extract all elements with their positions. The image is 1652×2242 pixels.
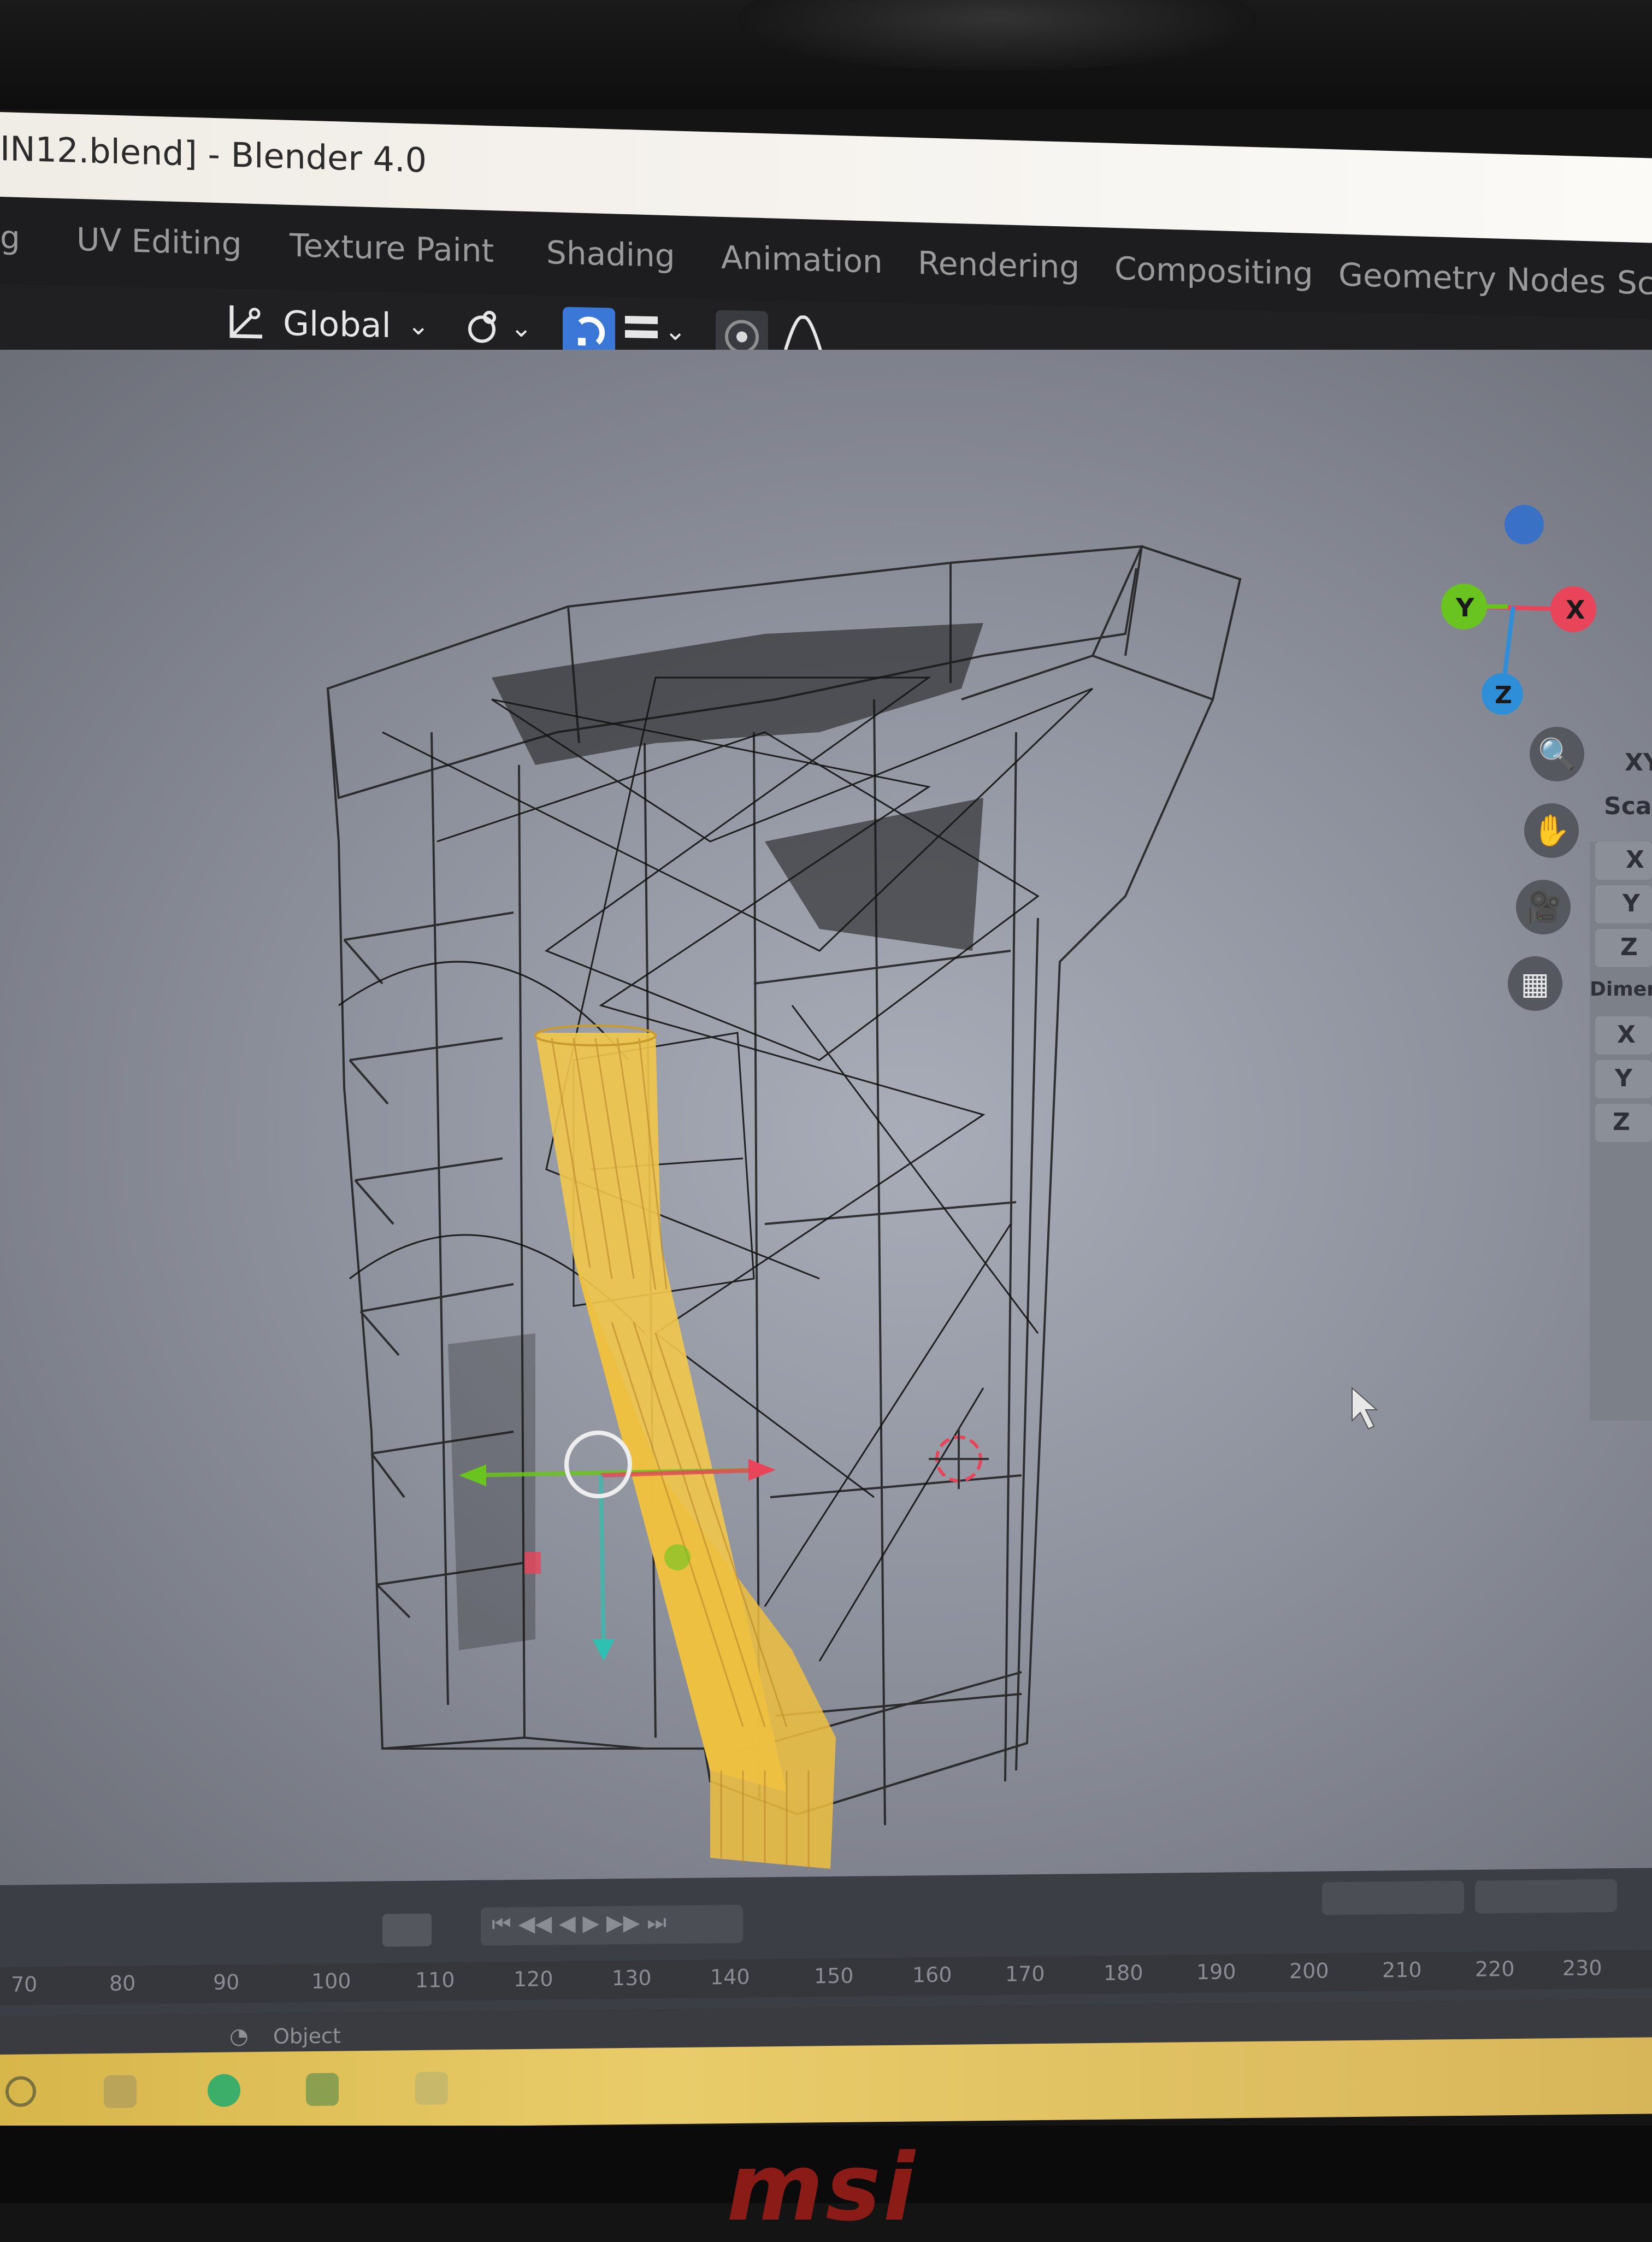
keyframe-toggle[interactable] [382,1913,432,1947]
tick-160: 160 [912,1962,952,1987]
pivot-icon [464,305,508,350]
scale-x-field[interactable]: X [1595,842,1652,880]
sidebar-n-panel: XY Sca X Y Z Dimen X Y Z [1590,749,1652,1421]
edge-browser-icon[interactable] [208,2074,240,2108]
tick-130: 130 [612,1966,652,1991]
tick-90: 90 [213,1970,240,1994]
app-icon[interactable] [415,2072,448,2105]
frame-end-field[interactable] [1475,1879,1617,1914]
tab-scripting[interactable]: Sc [1617,264,1652,302]
camera-icon: 🎥 [1524,890,1562,925]
tab-partial-left[interactable]: g [0,219,20,256]
scale-y-field[interactable]: Y [1595,885,1652,923]
grid-ortho-icon: ▦ [1520,966,1550,1002]
np-label-dimensions: Dimen [1590,978,1652,1001]
camera-view-button[interactable]: 🎥 [1516,880,1571,934]
window-title: IN12.blend] - Blender 4.0 [0,128,427,180]
tick-200: 200 [1289,1958,1329,1984]
snap-increment-icon [623,308,661,352]
snap-target-dropdown[interactable]: ⌄ [623,308,686,353]
transform-orientation-icon [224,300,268,345]
tab-uv-editing[interactable]: UV Editing [76,221,242,262]
store-icon[interactable] [306,2073,339,2106]
dimension-x-field[interactable]: X [1595,1016,1652,1055]
tab-geometry-nodes[interactable]: Geometry Nodes [1338,256,1606,301]
transform-orientation-value: Global [283,303,391,345]
chevron-down-icon: ⌄ [510,312,533,344]
frame-start-field[interactable] [1322,1880,1464,1915]
tab-animation[interactable]: Animation [721,239,883,280]
search-icon[interactable] [5,2076,36,2107]
task-view-icon[interactable] [104,2075,137,2109]
timeline-ruler[interactable]: 70 80 90 100 110 120 130 140 150 160 170… [0,1950,1652,2005]
tick-190: 190 [1196,1959,1236,1985]
monitor-brand-logo: msi [727,2134,917,2242]
dimension-z-field[interactable]: Z [1595,1104,1652,1142]
dimension-y-field[interactable]: Y [1595,1060,1652,1098]
tick-80: 80 [109,1971,136,1996]
chevron-down-icon: ⌄ [664,315,687,347]
tick-70: 70 [11,1972,38,1997]
tick-100: 100 [311,1969,351,1994]
tick-150: 150 [814,1963,854,1988]
zoom-button[interactable]: 🔍 [1530,727,1584,781]
np-label-xy: XY [1625,749,1652,776]
tick-180: 180 [1104,1961,1143,1985]
timeline-editor[interactable]: ⏮ ◀◀ ◀ ▶ ▶▶ ⏭ 70 80 90 100 110 120 130 1… [0,1868,1652,2016]
mouse-pointer [1352,1386,1378,1430]
tick-230: 230 [1562,1956,1602,1981]
wireframe-scene: Y X Z [326,505,1596,1869]
ortho-toggle-button[interactable]: ▦ [1508,956,1562,1011]
zoom-icon: 🔍 [1538,737,1576,772]
playback-controls[interactable]: ⏮ ◀◀ ◀ ▶ ▶▶ ⏭ [481,1904,743,1946]
gizmo-z-label: Z [1495,681,1512,709]
pan-button[interactable]: ✋ [1524,803,1579,858]
tick-140: 140 [710,1964,750,1990]
tick-210: 210 [1382,1957,1422,1982]
gizmo-x-label: X [1566,595,1585,625]
transform-orientation-dropdown[interactable]: Global ⌄ [224,300,429,348]
tick-120: 120 [514,1967,553,1992]
mode-icon: ◔ [229,2023,249,2049]
scale-z-field[interactable]: Z [1595,929,1652,967]
tab-texture-paint[interactable]: Texture Paint [290,227,494,269]
tab-rendering[interactable]: Rendering [918,244,1079,286]
status-mode-label: Object [273,2023,341,2049]
tick-220: 220 [1475,1956,1515,1981]
np-label-scale: Sca [1604,792,1652,820]
chevron-down-icon: ⌄ [407,310,429,342]
pivot-point-dropdown[interactable]: ⌄ [464,305,532,350]
tick-170: 170 [1005,1961,1045,1986]
pan-hand-icon: ✋ [1532,813,1571,849]
playback-icons: ⏮ ◀◀ ◀ ▶ ▶▶ ⏭ [492,1910,667,1937]
tab-compositing[interactable]: Compositing [1114,250,1313,292]
tick-110: 110 [415,1968,455,1993]
gizmo-y-label: Y [1455,593,1474,622]
tab-shading[interactable]: Shading [546,234,675,275]
3d-viewport[interactable]: Y X Z 🔍 ✋ 🎥 ▦ XY Sca X Y Z Dimen X Y Z [0,350,1652,1913]
